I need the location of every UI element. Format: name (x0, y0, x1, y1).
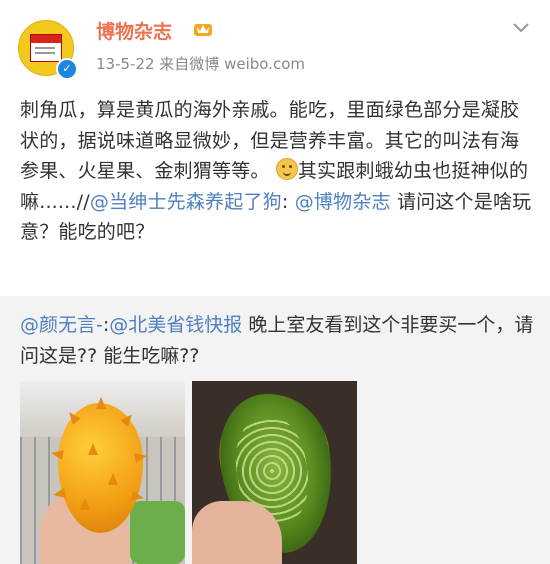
repost-card[interactable]: @颜无言-:@北美省钱快报 晚上室友看到这个非要买一个，请问这是?? 能生吃嘛?… (0, 296, 550, 564)
crown-badge-icon (194, 24, 212, 36)
post-header: ✓ 博物杂志 13-5-22 来自微博 weibo.com (0, 0, 550, 82)
post-meta: 13-5-22 来自微博 weibo.com (96, 55, 305, 73)
user-name[interactable]: 博物杂志 (96, 17, 172, 44)
chevron-down-icon[interactable] (511, 20, 531, 36)
smile-emoji-icon (275, 158, 298, 180)
hand (192, 501, 282, 564)
mention-link[interactable]: @博物杂志 (295, 191, 391, 213)
mention-link[interactable]: @北美省钱快报 (109, 314, 242, 336)
kiwano-cut-photo[interactable] (192, 381, 357, 564)
verified-v-icon: ✓ (56, 58, 78, 80)
book-logo-icon (30, 34, 62, 62)
kiwano-whole-photo[interactable] (20, 381, 185, 564)
post-text: 刺角瓜，算是黄瓜的海外亲戚。能吃，里面绿色部分是凝胶状的，据说味道略显微妙，但是… (20, 95, 535, 248)
mention-link[interactable]: @当绅士先森养起了狗 (90, 191, 282, 213)
green-bag (130, 501, 185, 564)
repost-text: @颜无言-:@北美省钱快报 晚上室友看到这个非要买一个，请问这是?? 能生吃嘛?… (20, 310, 535, 371)
separator-text: : (281, 190, 295, 213)
avatar[interactable]: ✓ (18, 20, 78, 80)
mention-link[interactable]: @颜无言- (20, 314, 103, 336)
